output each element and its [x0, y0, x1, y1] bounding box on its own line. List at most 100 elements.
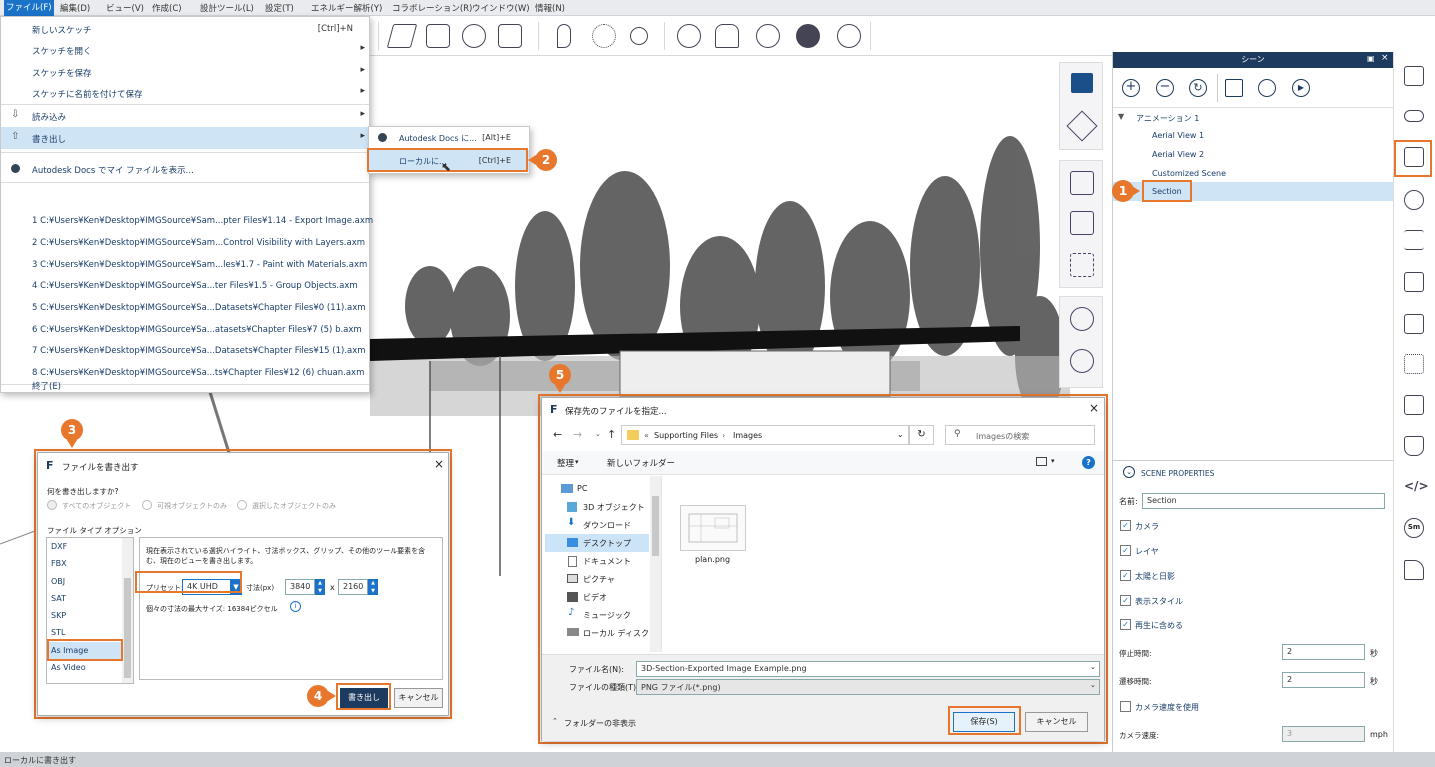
nav-item[interactable]: 3D オブジェクト: [583, 502, 645, 513]
menu-item-export[interactable]: ⇧ 書き出し ▸: [1, 127, 369, 149]
play-icon[interactable]: ▶: [1292, 79, 1310, 97]
nav-item[interactable]: PC: [577, 484, 587, 493]
location-pin-icon[interactable]: [557, 24, 571, 48]
up-icon[interactable]: ↑: [607, 428, 616, 441]
menu-collaboration[interactable]: コラボレーション(R): [392, 2, 472, 14]
scrollbar-thumb[interactable]: [652, 496, 659, 556]
menu-view[interactable]: ビュー(V): [106, 2, 144, 14]
file-thumbnail[interactable]: [680, 505, 746, 551]
height-stepper[interactable]: ▲ ▼: [368, 579, 378, 595]
file-type-item[interactable]: DXF: [51, 542, 67, 551]
menu-item-import[interactable]: ⇩ 読み込み ▸: [1, 105, 369, 127]
radio-all[interactable]: [47, 500, 57, 510]
time-icon[interactable]: [630, 27, 648, 45]
layers-icon[interactable]: [1404, 436, 1424, 456]
breadcrumb-item[interactable]: Images: [733, 431, 762, 440]
recent-file-4[interactable]: 4 C:¥Users¥Ken¥Desktop¥IMGSource¥Sa...te…: [1, 275, 369, 297]
menu-design-tools[interactable]: 設計ツール(L): [200, 2, 254, 14]
section-icon[interactable]: [1404, 314, 1424, 334]
menu-info[interactable]: 情報(N): [535, 2, 565, 14]
file-type-item[interactable]: SAT: [51, 594, 66, 603]
info-icon[interactable]: [837, 24, 861, 48]
scene-name-input[interactable]: Section: [1142, 493, 1385, 509]
nav-item[interactable]: ダウンロード: [583, 520, 631, 531]
menu-item-open[interactable]: スケッチを開く ▸: [1, 39, 369, 61]
filetype-select[interactable]: PNG ファイル(*.png): [636, 679, 1100, 695]
box-select-icon[interactable]: [498, 24, 522, 48]
scene-item[interactable]: Aerial View 2: [1113, 145, 1393, 164]
brush-icon[interactable]: [1404, 560, 1424, 580]
forward-icon[interactable]: →: [573, 428, 582, 441]
file-type-item[interactable]: FBX: [51, 559, 67, 568]
radio-visible[interactable]: [142, 500, 152, 510]
checkbox-camera-speed[interactable]: [1120, 701, 1131, 712]
checkbox-display-style[interactable]: ✓: [1120, 595, 1131, 606]
pin-icon[interactable]: ▣: [1367, 54, 1375, 63]
share-icon[interactable]: [756, 24, 780, 48]
chevron-up-icon[interactable]: ⌃: [552, 717, 558, 725]
stop-time-input[interactable]: 2: [1282, 644, 1365, 660]
animation-row[interactable]: ▼ アニメーション 1: [1113, 108, 1393, 126]
menu-item-exit[interactable]: 終了(E): [1, 370, 369, 392]
glasses-icon[interactable]: [1404, 110, 1424, 122]
chevron-down-icon[interactable]: ⌄: [897, 430, 904, 439]
file-type-item[interactable]: OBJ: [51, 577, 65, 586]
orbit-icon[interactable]: [1066, 110, 1098, 142]
recent-file-7[interactable]: 7 C:¥Users¥Ken¥Desktop¥IMGSource¥Sa...Da…: [1, 340, 369, 362]
menu-item-save-as[interactable]: スケッチに名前を付けて保存 ▸: [1, 82, 369, 104]
nav-item[interactable]: デスクトップ: [583, 538, 631, 549]
menu-window[interactable]: ウインドウ(W): [472, 2, 530, 14]
menu-energy[interactable]: エネルギー解析(Y): [311, 2, 382, 14]
recent-file-3[interactable]: 3 C:¥Users¥Ken¥Desktop¥IMGSource¥Sam...l…: [1, 254, 369, 276]
nav-item[interactable]: ビデオ: [583, 592, 607, 603]
file-type-item[interactable]: SKP: [51, 611, 66, 620]
checkbox-sun-shadow[interactable]: ✓: [1120, 570, 1131, 581]
view-mode-icon[interactable]: [1036, 457, 1047, 466]
recent-file-5[interactable]: 5 C:¥Users¥Ken¥Desktop¥IMGSource¥Sa...Da…: [1, 297, 369, 319]
close-icon[interactable]: ×: [1089, 401, 1099, 415]
menu-file[interactable]: ファイル(F): [4, 0, 54, 16]
previous-view-icon[interactable]: [1070, 349, 1094, 373]
scrollbar-thumb[interactable]: [124, 578, 131, 678]
walk-icon[interactable]: [1070, 253, 1094, 277]
transition-time-input[interactable]: 2: [1282, 672, 1365, 688]
search-box[interactable]: ⚲ Imagesの検索: [945, 425, 1095, 445]
back-icon[interactable]: ←: [553, 428, 562, 441]
file-name-label[interactable]: plan.png: [695, 555, 730, 564]
gear-icon[interactable]: [677, 24, 701, 48]
help-icon[interactable]: ?: [1082, 456, 1095, 469]
cancel-button[interactable]: キャンセル: [394, 688, 443, 708]
chevron-down-icon[interactable]: ▾: [1051, 457, 1055, 465]
new-folder-button[interactable]: 新しいフォルダー: [607, 457, 675, 469]
chevron-down-icon[interactable]: ⌄: [1090, 681, 1096, 689]
home-view-icon[interactable]: [1070, 307, 1094, 331]
menu-edit[interactable]: 編集(D): [60, 2, 90, 14]
radio-selected[interactable]: [237, 500, 247, 510]
recent-file-1[interactable]: 1 C:¥Users¥Ken¥Desktop¥IMGSource¥Sam...p…: [1, 210, 373, 232]
scrollbar[interactable]: [650, 476, 661, 652]
nav-item[interactable]: ローカル ディスク (C: [583, 628, 660, 639]
add-animation-icon[interactable]: [1225, 79, 1243, 97]
sun-icon[interactable]: [592, 24, 616, 48]
pencil-icon[interactable]: [386, 24, 418, 48]
checkbox-camera[interactable]: ✓: [1120, 520, 1131, 531]
width-stepper[interactable]: ▲ ▼: [315, 579, 325, 595]
code-icon[interactable]: </>: [1404, 479, 1429, 493]
info-icon[interactable]: i: [290, 601, 301, 612]
movie-icon[interactable]: [1258, 79, 1276, 97]
refresh-scene-icon[interactable]: ↻: [1189, 79, 1207, 97]
chevron-down-icon[interactable]: ▾: [575, 458, 579, 466]
menu-item-new[interactable]: 新しいスケッチ [Ctrl]+N: [1, 18, 369, 40]
add-scene-icon[interactable]: +: [1122, 79, 1140, 97]
hide-folders-button[interactable]: フォルダーの非表示: [564, 718, 636, 729]
refresh-icon[interactable]: ↻: [909, 425, 934, 445]
width-input[interactable]: 3840: [285, 579, 315, 595]
push-pull-icon[interactable]: [462, 24, 486, 48]
menu-item-save[interactable]: スケッチを保存 ▸: [1, 61, 369, 83]
nav-item[interactable]: ピクチャ: [583, 574, 615, 585]
cube-add-icon[interactable]: [426, 24, 450, 48]
submenu-item-docs[interactable]: Autodesk Docs に... [Alt]+E: [369, 127, 529, 149]
scrollbar[interactable]: [122, 538, 133, 683]
filename-input[interactable]: 3D-Section-Exported Image Example.png: [636, 661, 1100, 677]
nav-item[interactable]: ドキュメント: [583, 556, 631, 567]
